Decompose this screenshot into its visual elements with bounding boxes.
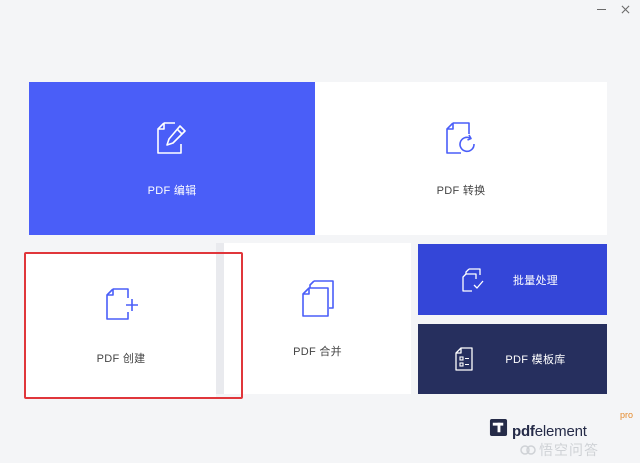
batch-process-icon	[461, 267, 485, 293]
merge-documents-icon	[300, 279, 336, 319]
tile-pdf-convert-label: PDF 转换	[436, 184, 486, 197]
close-icon	[621, 5, 629, 13]
tile-pdf-merge[interactable]: PDF 合并	[224, 243, 411, 394]
brand-pro-badge: pro	[620, 410, 634, 420]
tile-batch-process-label: 批量处理	[512, 274, 559, 287]
tile-pdf-create[interactable]: PDF 创建	[26, 254, 216, 397]
tile-pdf-template-library-label: PDF 模板库	[505, 354, 566, 366]
convert-document-icon	[444, 120, 478, 156]
watermark-text: 悟空问答	[539, 442, 599, 458]
tile-pdf-convert[interactable]: PDF 转换	[315, 82, 607, 235]
template-library-icon	[453, 346, 477, 372]
create-document-icon	[104, 286, 138, 322]
edit-document-icon	[155, 120, 189, 156]
minimize-button[interactable]	[588, 0, 614, 18]
brand-name-bold: pdf	[512, 423, 535, 440]
watermark: 悟空问答	[520, 440, 636, 460]
minimize-icon	[596, 8, 606, 10]
tile-batch-process[interactable]: 批量处理	[418, 244, 607, 315]
wukong-logo-icon	[520, 445, 536, 455]
brand-name: pdfelement	[512, 423, 587, 440]
tile-divider	[216, 243, 224, 394]
brand-name-rest: element	[534, 423, 587, 440]
close-button[interactable]	[612, 0, 638, 18]
tile-pdf-create-label: PDF 创建	[96, 352, 146, 365]
tile-pdf-edit-label: PDF 编辑	[147, 184, 197, 197]
brand-logo-area: pdfelement pro	[489, 410, 633, 440]
tile-pdf-template-library[interactable]: PDF 模板库	[418, 324, 607, 394]
tile-pdf-merge-label: PDF 合并	[293, 345, 342, 358]
pdfelement-logo-icon	[489, 418, 508, 437]
tile-pdf-edit[interactable]: PDF 编辑	[29, 82, 315, 235]
